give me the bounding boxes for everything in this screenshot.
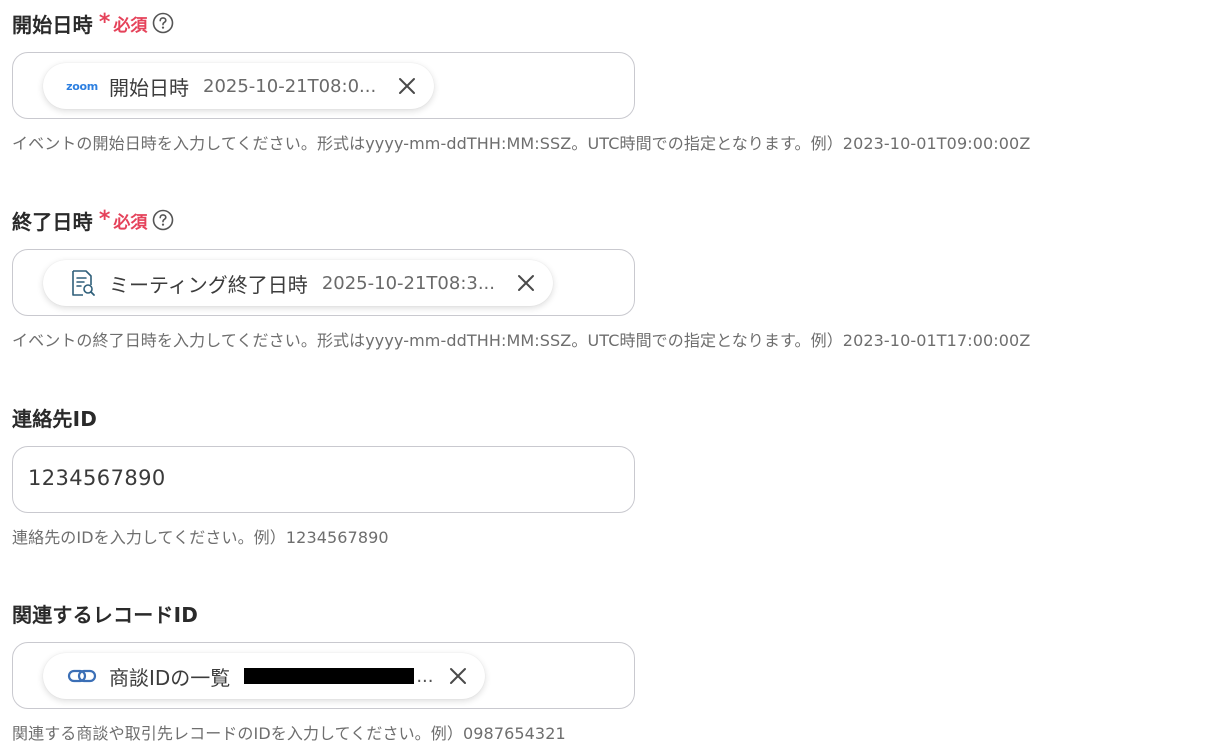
related-record-id-label-row: 関連するレコードID [12,600,1212,627]
required-asterisk-icon: * [98,10,111,35]
chip-name: 開始日時 [109,75,189,100]
field-description: 連絡先のIDを入力してください。例）1234567890 [12,528,389,547]
question-circle-icon[interactable] [152,12,174,34]
chip-value: 2025-10-21T08:3... [321,272,496,294]
required-badge: 必須 [113,212,148,233]
variable-chip[interactable]: 商談IDの一覧 ... [43,653,486,699]
field-label: 終了日時 [12,209,93,234]
input-value: 1234567890 [28,466,166,490]
question-circle-icon[interactable] [152,209,174,231]
field-label: 開始日時 [12,12,93,37]
chip-name: ミーティング終了日時 [109,272,308,297]
end-datetime-input[interactable]: ミーティング終了日時 2025-10-21T08:3... [12,249,635,316]
close-icon[interactable] [445,663,471,689]
field-description: 関連する商談や取引先レコードのIDを入力してください。例）0987654321 [12,724,566,743]
start-datetime-field: 開始日時 * 必須 zoom 開始日時 2025-10-21T08:0... [12,10,1212,119]
required-asterisk-icon: * [98,207,111,232]
zoom-logo-icon: zoom [66,79,98,93]
chip-value: ... [416,665,434,687]
chain-link-icon [65,661,99,691]
end-datetime-field: 終了日時 * 必須 ミーティング終了日時 2025-10-21T08:3... [12,207,1212,316]
end-datetime-label-row: 終了日時 * 必須 [12,207,1212,234]
contact-id-input[interactable]: 1234567890 [12,446,635,513]
field-description: イベントの開始日時を入力してください。形式はyyyy-mm-ddTHH:MM:S… [12,134,1031,153]
related-record-id-input[interactable]: 商談IDの一覧 ... [12,642,635,709]
close-icon[interactable] [394,73,420,99]
start-datetime-label-row: 開始日時 * 必須 [12,10,1212,37]
variable-chip[interactable]: zoom 開始日時 2025-10-21T08:0... [43,63,435,109]
related-record-id-field: 関連するレコードID 商談IDの一覧 ... [12,600,1212,709]
close-icon[interactable] [513,270,539,296]
required-badge: 必須 [113,15,148,36]
document-search-icon [65,268,99,298]
chip-name: 商談IDの一覧 [109,665,231,690]
contact-id-field: 連絡先ID 1234567890 [12,404,1212,513]
chip-value: 2025-10-21T08:0... [203,75,377,97]
variable-chip[interactable]: ミーティング終了日時 2025-10-21T08:3... [43,260,554,306]
field-label: 連絡先ID [12,406,98,431]
redacted-value [244,668,415,684]
field-description: イベントの終了日時を入力してください。形式はyyyy-mm-ddTHH:MM:S… [12,331,1031,350]
contact-id-label-row: 連絡先ID [12,404,1212,431]
start-datetime-input[interactable]: zoom 開始日時 2025-10-21T08:0... [12,52,635,119]
field-label: 関連するレコードID [12,602,199,627]
